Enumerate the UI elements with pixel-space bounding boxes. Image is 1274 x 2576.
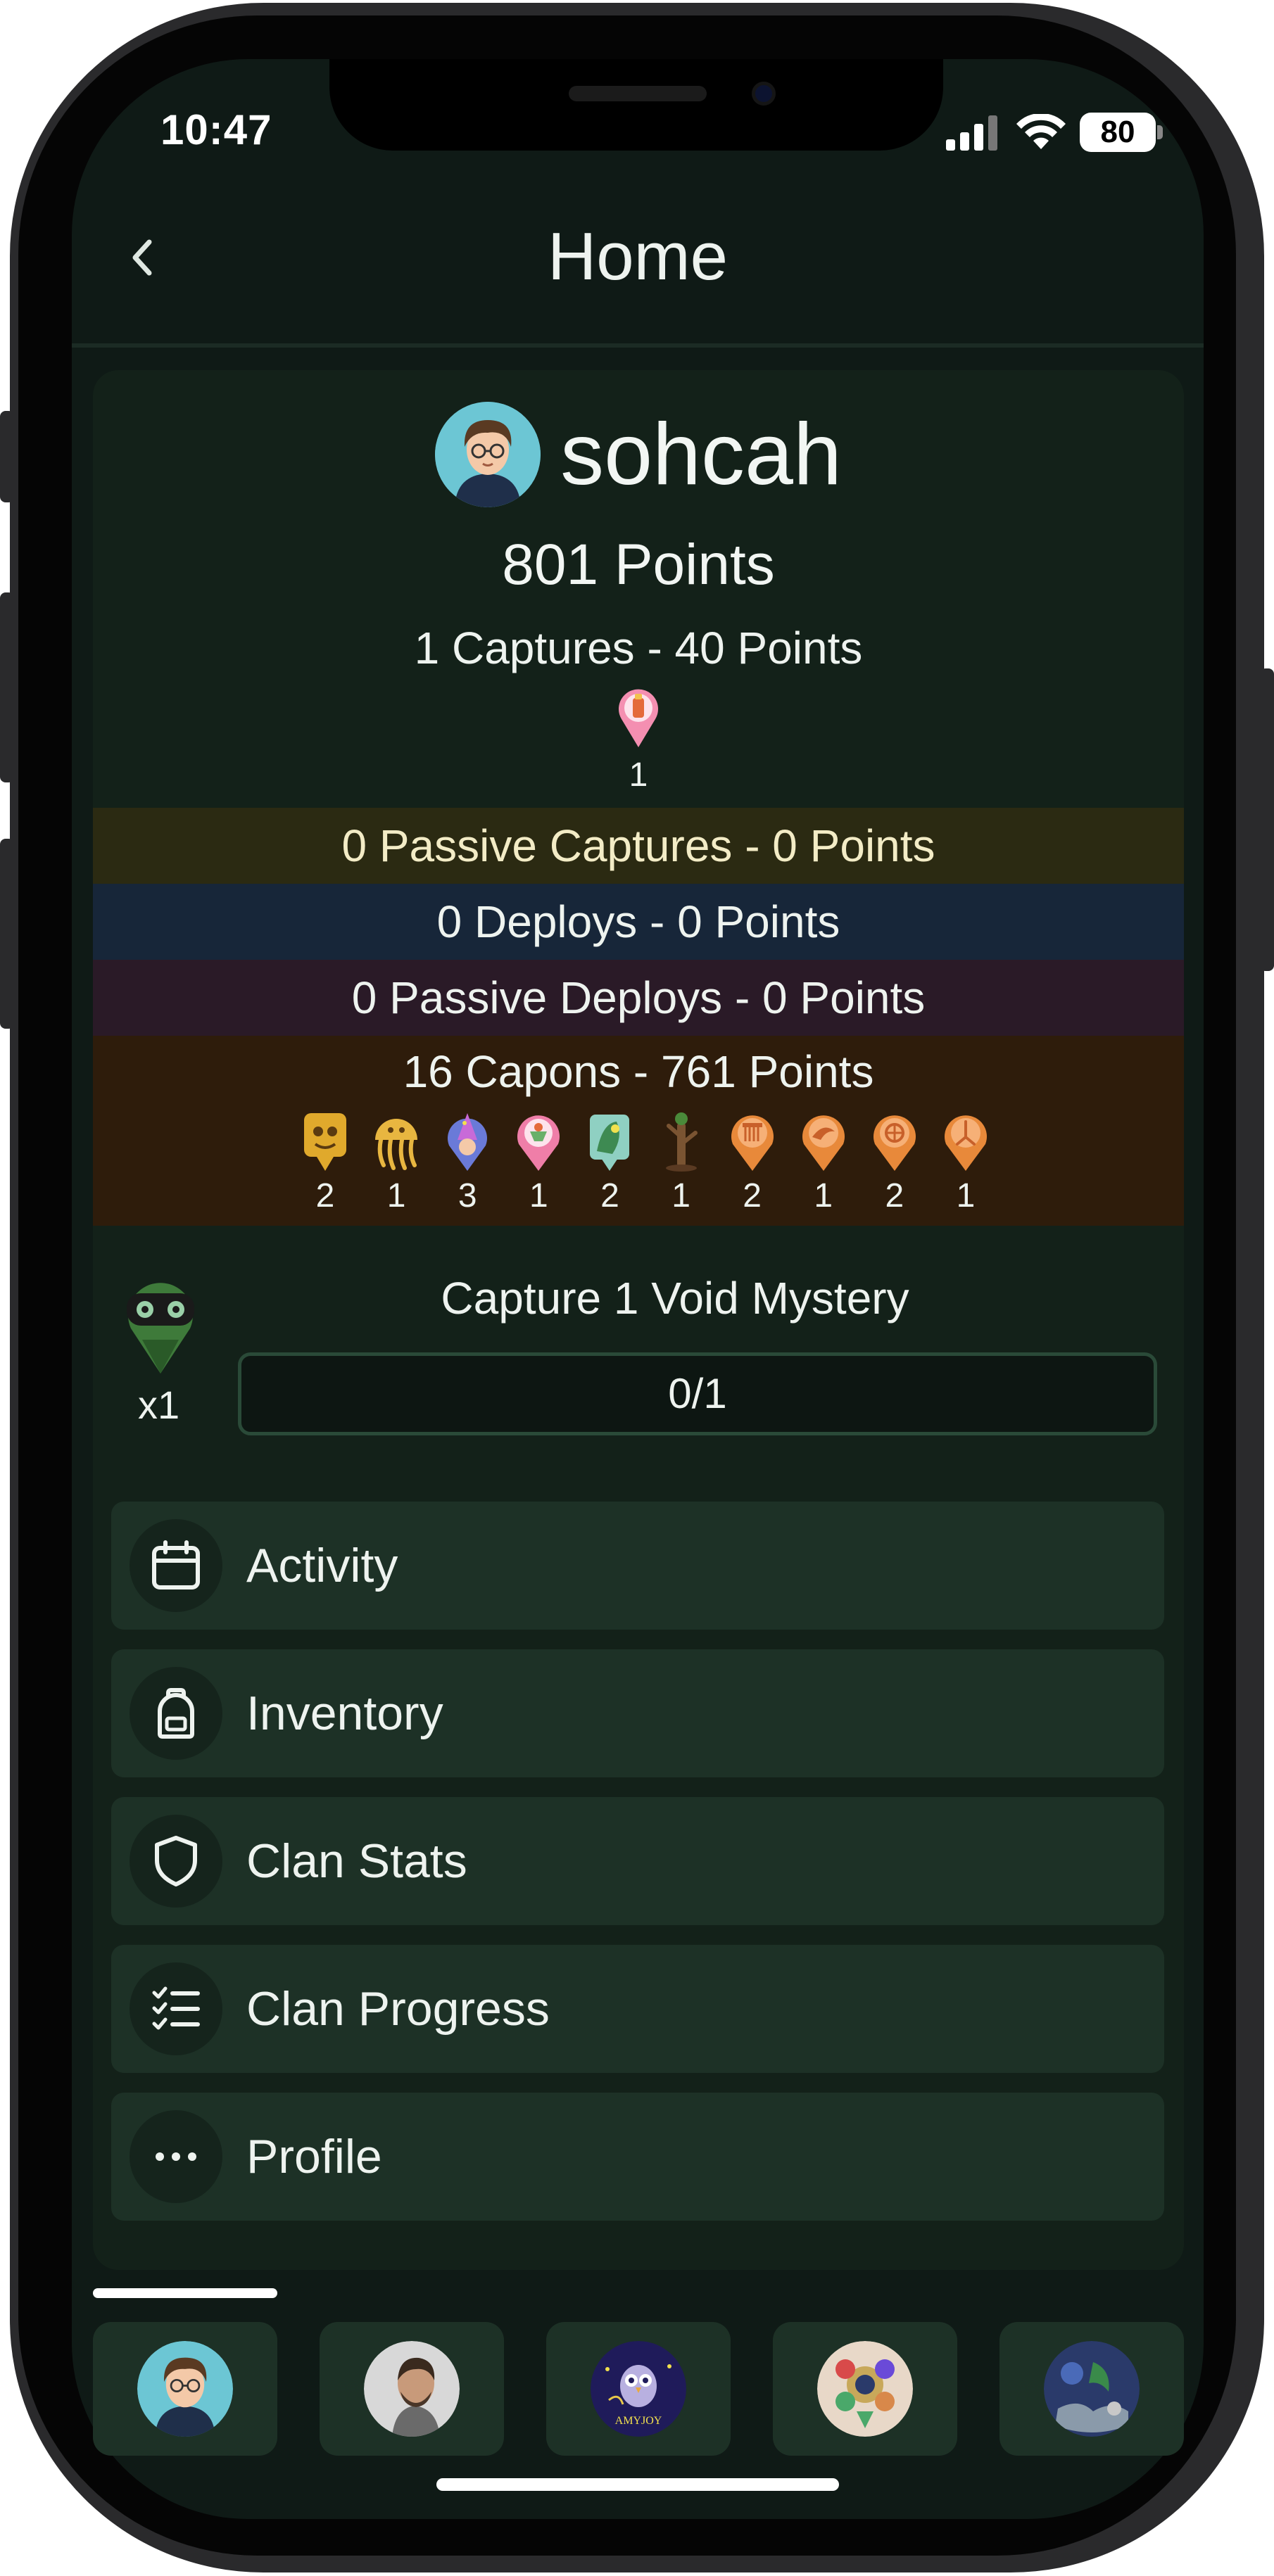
capons-band: 16 Capons - 761 Points 2 1 3 1 2 1 2 1 2… xyxy=(93,1036,1184,1226)
wifi-icon xyxy=(1016,114,1066,149)
capon-count: 2 xyxy=(743,1177,762,1214)
capon-count: 1 xyxy=(671,1177,690,1214)
checklist-icon xyxy=(130,1962,222,2055)
capon-item: 1 xyxy=(653,1109,709,1215)
shield-icon xyxy=(130,1815,222,1908)
avatar xyxy=(1044,2341,1140,2437)
capon-pink-icon xyxy=(517,1115,560,1171)
calendar-icon xyxy=(130,1519,222,1612)
capon-item: 2 xyxy=(581,1109,638,1215)
capon-count: 1 xyxy=(386,1177,406,1214)
capon-item: 2 xyxy=(724,1109,781,1215)
deploys-band: 0 Deploys - 0 Points xyxy=(93,884,1184,960)
void-mystery-icon xyxy=(127,1283,194,1373)
capon-green-icon xyxy=(590,1115,630,1171)
capon-yellow-icon xyxy=(304,1113,346,1171)
capon-count: 1 xyxy=(814,1177,833,1214)
page-title: Home xyxy=(547,219,729,294)
mission-progress-bar: 0/1 xyxy=(238,1352,1157,1435)
capon-jellyfish-icon xyxy=(375,1119,418,1170)
speaker xyxy=(569,86,707,101)
capon-count: 1 xyxy=(529,1177,548,1214)
capon-item: 1 xyxy=(795,1109,852,1215)
passive-deploys-band: 0 Passive Deploys - 0 Points xyxy=(93,960,1184,1036)
menu-label: Activity xyxy=(246,1539,398,1592)
signal-icon xyxy=(946,115,997,151)
avatar xyxy=(364,2341,460,2437)
mission-multiplier: x1 xyxy=(138,1383,180,1427)
menu-label: Clan Stats xyxy=(246,1834,467,1888)
tab-user-4[interactable] xyxy=(773,2322,957,2456)
avatar xyxy=(817,2341,913,2437)
capon-item: 1 xyxy=(368,1109,424,1215)
active-tab-indicator xyxy=(93,2288,277,2298)
capons-summary: 16 Capons - 761 Points xyxy=(403,1046,874,1097)
avatar: AMYJOY xyxy=(591,2341,686,2437)
user-summary-card: sohcah 801 Points 1 Captures - 40 Points… xyxy=(93,370,1184,2270)
capon-count: 3 xyxy=(458,1177,477,1214)
menu-label: Profile xyxy=(246,2130,382,2183)
tab-user-sohcah[interactable] xyxy=(93,2322,277,2456)
total-points: 801 Points xyxy=(502,533,775,597)
capon-item: 3 xyxy=(439,1109,496,1215)
volume-up-button xyxy=(0,592,14,782)
capon-count: 1 xyxy=(956,1177,976,1214)
capon-count: 2 xyxy=(600,1177,619,1214)
capon-count: 2 xyxy=(315,1177,335,1214)
capon-list: 2 1 3 1 2 1 2 1 2 1 xyxy=(297,1109,994,1215)
avatar xyxy=(137,2341,233,2437)
backpack-icon xyxy=(130,1667,222,1760)
status-time: 10:47 xyxy=(160,106,272,153)
capture-pin-icon xyxy=(616,685,661,749)
passive-captures-band: 0 Passive Captures - 0 Points xyxy=(93,808,1184,884)
capon-tree-icon xyxy=(665,1112,698,1172)
username: sohcah xyxy=(560,406,842,503)
header: Home xyxy=(72,197,1204,345)
mission-title: Capture 1 Void Mystery xyxy=(441,1273,909,1324)
capon-orange-icon xyxy=(944,1115,987,1171)
capon-item: 1 xyxy=(510,1109,567,1215)
capture-pin-count: 1 xyxy=(629,756,648,794)
volume-down-button xyxy=(0,839,14,1029)
header-divider xyxy=(72,343,1204,348)
menu-label: Inventory xyxy=(246,1687,443,1740)
more-icon xyxy=(130,2110,222,2203)
battery-indicator: 80 xyxy=(1080,113,1156,152)
capon-item: 1 xyxy=(938,1109,994,1215)
capon-orange-icon xyxy=(873,1115,916,1171)
user-row: sohcah xyxy=(93,398,1184,511)
tab-user-5[interactable] xyxy=(999,2322,1184,2456)
home-indicator[interactable] xyxy=(436,2478,839,2491)
power-button xyxy=(1260,668,1274,971)
avatar[interactable] xyxy=(435,402,541,507)
status-icons: 80 xyxy=(946,113,1163,155)
capon-wizard-icon xyxy=(448,1113,488,1171)
captures-summary: 1 Captures - 40 Points xyxy=(414,623,863,673)
menu-item-inventory[interactable]: Inventory xyxy=(111,1649,1164,1777)
menu-item-clan-progress[interactable]: Clan Progress xyxy=(111,1945,1164,2073)
capon-orange-icon xyxy=(731,1115,774,1171)
notch xyxy=(329,59,943,151)
capon-item: 2 xyxy=(866,1109,923,1215)
svg-text:AMYJOY: AMYJOY xyxy=(615,2415,662,2427)
capon-orange-icon xyxy=(802,1115,845,1171)
battery-cap xyxy=(1157,125,1163,139)
menu-item-profile[interactable]: Profile xyxy=(111,2093,1164,2221)
menu-label: Clan Progress xyxy=(246,1982,550,2036)
mute-switch xyxy=(0,411,14,502)
capon-item: 2 xyxy=(297,1109,353,1215)
capon-count: 2 xyxy=(885,1177,904,1214)
front-camera xyxy=(752,82,776,106)
tab-user-2[interactable] xyxy=(320,2322,504,2456)
menu-item-activity[interactable]: Activity xyxy=(111,1502,1164,1630)
menu-item-clan-stats[interactable]: Clan Stats xyxy=(111,1797,1164,1925)
tab-user-amyjoy[interactable]: AMYJOY xyxy=(546,2322,731,2456)
